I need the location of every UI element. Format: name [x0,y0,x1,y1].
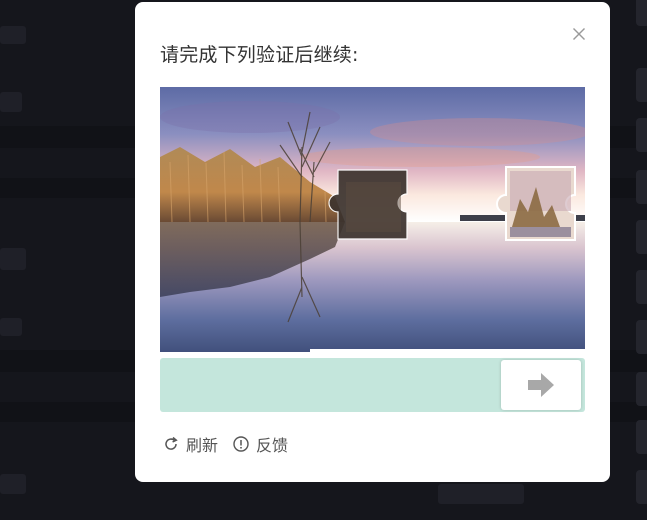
puzzle-slot [328,169,408,240]
background-text [0,474,26,494]
background-side-button [636,220,647,254]
background-text [0,92,22,112]
modal-title: 请完成下列验证后继续: [160,44,359,66]
background-side-button [636,118,647,152]
puzzle-piece [496,166,576,241]
refresh-icon [165,436,178,450]
captcha-modal: 请完成下列验证后继续: 刷新 反馈 [135,2,610,482]
background-button [438,484,524,504]
close-icon [573,28,585,40]
background-text [0,26,26,44]
background-side-button [636,170,647,204]
slider-track [160,358,585,412]
background-text [0,318,22,336]
lake-landscape-image [160,87,585,352]
background-side-button [636,372,647,406]
background-side-button [636,420,647,454]
captcha-puzzle-image [160,87,585,352]
background-side-button [636,320,647,354]
background-side-button [636,0,647,26]
background-side-button [636,470,647,504]
captcha-footer: 刷新 反馈 [162,432,302,456]
arrow-right-icon [528,373,554,397]
refresh-button[interactable]: 刷新 [162,432,218,456]
background-text [0,248,26,270]
feedback-button[interactable]: 反馈 [232,432,288,456]
info-circle-icon [233,436,249,452]
background-side-button [636,68,647,102]
slider-handle[interactable] [501,360,581,410]
close-button[interactable] [569,24,589,44]
background-side-button [636,270,647,304]
refresh-label: 刷新 [186,436,219,455]
feedback-label: 反馈 [256,436,289,455]
